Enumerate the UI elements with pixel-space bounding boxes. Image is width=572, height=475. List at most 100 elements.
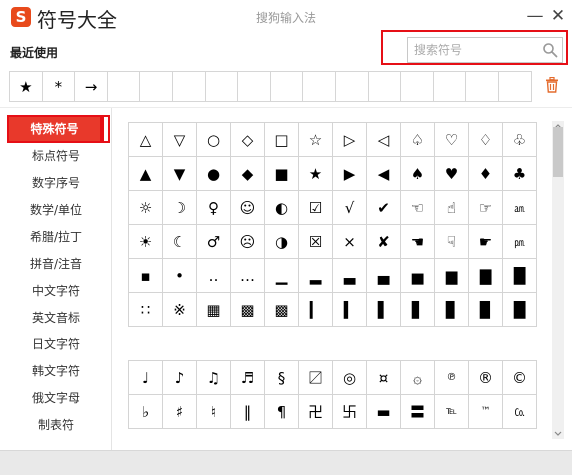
symbol-cell[interactable]: ◀ <box>367 157 401 191</box>
symbol-cell[interactable]: ▩ <box>265 293 299 327</box>
symbol-cell[interactable]: ▆ <box>435 259 469 293</box>
symbol-cell[interactable]: ♠ <box>401 157 435 191</box>
symbol-cell[interactable]: ◑ <box>265 225 299 259</box>
symbol-cell[interactable]: ♪ <box>163 361 197 395</box>
symbol-cell[interactable]: ۞ <box>401 361 435 395</box>
symbol-cell[interactable]: ¶ <box>265 395 299 429</box>
symbol-cell[interactable]: ▩ <box>231 293 265 327</box>
symbol-cell[interactable]: × <box>333 225 367 259</box>
symbol-cell[interactable]: ㏂ <box>503 191 537 225</box>
scroll-thumb[interactable] <box>553 127 563 177</box>
symbol-cell[interactable]: ♯ <box>163 395 197 429</box>
symbol-cell[interactable]: 〼 <box>299 361 333 395</box>
symbol-cell[interactable]: ♮ <box>197 395 231 429</box>
symbol-cell[interactable]: ※ <box>163 293 197 327</box>
symbol-cell[interactable]: ♂ <box>197 225 231 259</box>
search-icon[interactable] <box>542 42 558 58</box>
symbol-cell[interactable]: 卍 <box>299 395 333 429</box>
recent-symbol-cell[interactable] <box>270 71 304 102</box>
symbol-cell[interactable]: ▉ <box>469 293 503 327</box>
symbol-cell[interactable]: ♣ <box>503 157 537 191</box>
symbol-cell[interactable]: □ <box>265 123 299 157</box>
symbol-cell[interactable]: ✔ <box>367 191 401 225</box>
symbol-cell[interactable]: ♫ <box>197 361 231 395</box>
symbol-cell[interactable]: ☺ <box>231 191 265 225</box>
symbol-cell[interactable]: ✘ <box>367 225 401 259</box>
sidebar-item[interactable]: 希腊/拉丁 <box>0 224 112 251</box>
symbol-cell[interactable]: ▊ <box>435 293 469 327</box>
sidebar-item[interactable]: 特殊符号 <box>7 115 110 143</box>
symbol-cell[interactable]: ▷ <box>333 123 367 157</box>
sidebar-item[interactable]: 俄文字母 <box>0 385 112 412</box>
symbol-cell[interactable]: © <box>503 361 537 395</box>
symbol-cell[interactable]: ♦ <box>469 157 503 191</box>
recent-symbol-cell[interactable] <box>466 71 499 102</box>
scroll-down-icon[interactable] <box>552 427 564 439</box>
symbol-cell[interactable]: █ <box>503 293 537 327</box>
symbol-cell[interactable]: ○ <box>197 123 231 157</box>
recent-symbol-cell[interactable] <box>107 71 141 102</box>
symbol-cell[interactable]: ◆ <box>231 157 265 191</box>
symbol-cell[interactable]: ☾ <box>163 225 197 259</box>
sidebar-item[interactable]: 英文音标 <box>0 305 112 332</box>
scrollbar[interactable] <box>552 121 564 439</box>
symbol-cell[interactable]: ® <box>469 361 503 395</box>
symbol-cell[interactable]: ‥ <box>197 259 231 293</box>
symbol-cell[interactable]: … <box>231 259 265 293</box>
symbol-cell[interactable]: ☽ <box>163 191 197 225</box>
symbol-cell[interactable]: △ <box>129 123 163 157</box>
symbol-cell[interactable]: ◁ <box>367 123 401 157</box>
symbol-cell[interactable]: ▽ <box>163 123 197 157</box>
symbol-cell[interactable]: ♬ <box>231 361 265 395</box>
symbol-cell[interactable]: ‖ <box>231 395 265 429</box>
recent-symbol-cell[interactable] <box>336 71 369 102</box>
symbol-cell[interactable]: ▲ <box>129 157 163 191</box>
sidebar-item[interactable]: 韩文字符 <box>0 358 112 385</box>
symbol-cell[interactable]: ☑ <box>299 191 333 225</box>
symbol-cell[interactable]: ▁ <box>265 259 299 293</box>
sidebar-item[interactable]: 数字序号 <box>0 170 112 197</box>
symbol-cell[interactable]: ☞ <box>469 191 503 225</box>
symbol-cell[interactable]: ℡ <box>435 395 469 429</box>
symbol-cell[interactable]: ▃ <box>333 259 367 293</box>
symbol-cell[interactable]: ♭ <box>129 395 163 429</box>
symbol-cell[interactable]: ¤ <box>367 361 401 395</box>
symbol-cell[interactable]: ☹ <box>231 225 265 259</box>
recent-symbol-cell[interactable] <box>303 71 336 102</box>
symbol-cell[interactable]: ▇ <box>469 259 503 293</box>
symbol-cell[interactable]: ㏘ <box>503 225 537 259</box>
symbol-cell[interactable]: █ <box>503 259 537 293</box>
recent-symbol-cell[interactable] <box>173 71 206 102</box>
recent-symbol-cell[interactable] <box>205 71 239 102</box>
sidebar-item[interactable]: 数学/单位 <box>0 197 112 224</box>
recent-symbol-cell[interactable]: * <box>42 71 76 102</box>
recent-symbol-cell[interactable] <box>499 71 532 102</box>
recent-symbol-cell[interactable]: ★ <box>10 71 43 102</box>
search-box[interactable] <box>407 37 563 63</box>
symbol-cell[interactable]: ▂ <box>299 259 333 293</box>
symbol-cell[interactable]: ☟ <box>435 225 469 259</box>
symbol-cell[interactable]: ☚ <box>401 225 435 259</box>
symbol-cell[interactable]: ♢ <box>469 123 503 157</box>
recent-symbol-cell[interactable] <box>368 71 402 102</box>
sidebar-item[interactable]: 拼音/注音 <box>0 251 112 278</box>
symbol-cell[interactable]: ■ <box>265 157 299 191</box>
symbol-cell[interactable]: ☜ <box>401 191 435 225</box>
symbol-cell[interactable]: ▅ <box>401 259 435 293</box>
symbol-cell[interactable]: ☼ <box>129 191 163 225</box>
symbol-cell[interactable]: ™ <box>469 395 503 429</box>
symbol-cell[interactable]: ♩ <box>129 361 163 395</box>
sidebar-item[interactable]: 日文字符 <box>0 331 112 358</box>
symbol-cell[interactable]: 〓 <box>401 395 435 429</box>
symbol-cell[interactable]: ㏇ <box>503 395 537 429</box>
symbol-cell[interactable]: ℗ <box>435 361 469 395</box>
symbol-cell[interactable]: ▌ <box>367 293 401 327</box>
symbol-cell[interactable]: ▬ <box>367 395 401 429</box>
symbol-cell[interactable]: ♧ <box>503 123 537 157</box>
minimize-button[interactable]: — <box>524 3 546 29</box>
recent-symbol-cell[interactable] <box>401 71 434 102</box>
symbol-cell[interactable]: ▶ <box>333 157 367 191</box>
sidebar-item[interactable]: 制表符 <box>0 412 112 439</box>
symbol-cell[interactable]: ▼ <box>163 157 197 191</box>
sidebar-item[interactable]: 标点符号 <box>0 143 112 170</box>
